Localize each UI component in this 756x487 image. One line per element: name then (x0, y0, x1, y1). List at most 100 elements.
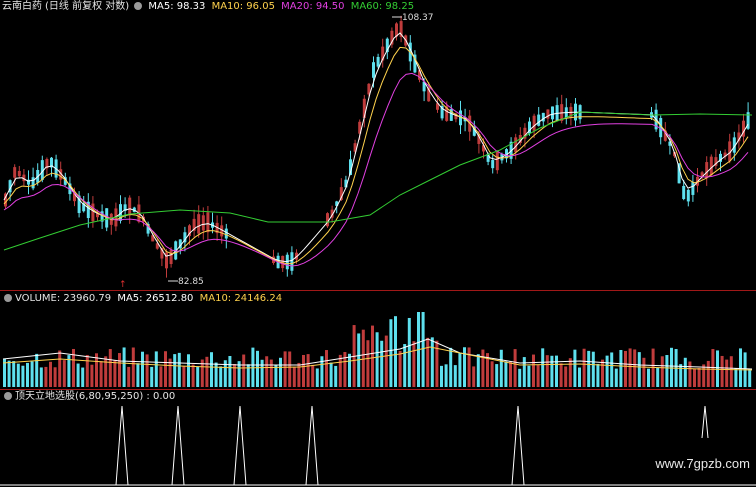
volume-bar (375, 332, 379, 387)
volume-bar (348, 353, 351, 387)
volume-bar (578, 367, 581, 387)
high-price-label: 108.37 (402, 13, 434, 23)
volume-bar (329, 362, 333, 387)
volume-bar (371, 325, 374, 387)
volume-bar (205, 356, 209, 387)
volume-bar (573, 349, 577, 387)
volume-bar (99, 361, 103, 387)
volume-ma10-label: MA10: 24146.24 (199, 293, 283, 304)
volume-bar (325, 350, 328, 387)
volume-bar (499, 349, 503, 387)
volume-bar (315, 368, 319, 387)
signal-spike (305, 405, 319, 486)
volume-bar (49, 361, 52, 387)
candle-body (169, 249, 173, 265)
volume-bar (509, 361, 512, 387)
volume-bar (145, 354, 149, 387)
volume-bar (564, 366, 568, 387)
volume-bar (288, 351, 292, 387)
volume-bar (210, 352, 213, 387)
volume-bar (656, 367, 660, 387)
volume-bar (720, 355, 724, 387)
volume-bar (467, 347, 471, 387)
candlestick-chart[interactable] (0, 0, 756, 290)
stock-name: 云南白药 (2, 1, 42, 12)
indicator-pane[interactable]: 顶天立地选股(6,80,95,250) : 0.00 www.7gpzb.com (0, 390, 756, 487)
volume-bar (527, 365, 531, 387)
volume-bar (476, 354, 480, 387)
volume-bar (380, 340, 384, 387)
volume-ma5-label: MA5: 26512.80 (117, 293, 194, 304)
candle-body (326, 213, 329, 227)
arrow-marker-icon: ↑ (119, 280, 127, 290)
volume-bar (398, 350, 402, 387)
candle-body (682, 185, 686, 200)
volume-bar (532, 354, 535, 387)
volume-settings-icon[interactable] (4, 294, 12, 302)
candle-body (128, 197, 132, 216)
volume-bar (141, 351, 144, 387)
volume-bar (361, 329, 365, 387)
indicator-header: 顶天立地选股(6,80,95,250) : 0.00 (2, 391, 178, 403)
volume-bar (706, 360, 710, 387)
volume-bar (596, 363, 600, 387)
volume-bar (113, 360, 117, 387)
volume-bar (311, 364, 315, 387)
volume-bar (228, 355, 232, 387)
volume-bar (628, 348, 632, 387)
volume-bar (44, 366, 48, 387)
ma60-label: MA60: 98.25 (350, 1, 415, 12)
volume-bar (136, 363, 140, 387)
price-pane[interactable]: 云南白药 (日线 前复权 对数) MA5: 98.33 MA10: 96.05 M… (0, 0, 756, 290)
volume-bar (269, 359, 273, 387)
candle-body (197, 214, 201, 234)
volume-bar (81, 367, 85, 387)
volume-bar (30, 361, 34, 387)
volume-bar (214, 362, 218, 387)
volume-bar (85, 354, 89, 387)
volume-bar (159, 366, 163, 387)
volume-bar (559, 363, 563, 387)
volume-bar (256, 350, 259, 387)
volume-bar (660, 356, 664, 387)
signal-spike (171, 405, 185, 486)
volume-bar (748, 368, 752, 387)
candle-body (686, 189, 690, 202)
indicator-settings-icon[interactable] (4, 392, 12, 400)
price-header: 云南白药 (日线 前复权 对数) MA5: 98.33 MA10: 96.05 M… (2, 1, 417, 13)
volume-bar (614, 368, 618, 387)
volume-bar (127, 366, 131, 387)
low-price-label: 82.85 (178, 277, 204, 287)
ma10-line (3, 46, 749, 265)
signal-spike (511, 405, 525, 486)
candle-body (224, 228, 228, 239)
candle-body (91, 203, 95, 222)
volume-bar (58, 350, 62, 387)
volume-bar (412, 341, 416, 387)
volume-label: VOLUME: 23960.79 (15, 293, 112, 304)
candle-body (709, 156, 713, 175)
volume-bar (384, 335, 388, 387)
indicator-chart[interactable] (0, 390, 756, 487)
volume-bar (403, 344, 407, 387)
volume-bar (334, 365, 338, 387)
candle-body (31, 177, 35, 189)
ma20-line (3, 72, 749, 267)
volume-bar (495, 364, 499, 387)
volume-bar (421, 312, 425, 387)
volume-bar (39, 367, 43, 387)
chart-mode: (日线 前复权 对数) (45, 1, 130, 12)
volume-chart[interactable] (0, 291, 756, 389)
volume-bar (196, 366, 200, 387)
volume-bar (90, 364, 94, 387)
candle-body (13, 167, 17, 178)
volume-bar (435, 340, 439, 387)
volume-bar (76, 363, 80, 387)
volume-bar (16, 363, 20, 387)
settings-dot-icon[interactable] (134, 2, 143, 10)
volume-bar (219, 366, 223, 387)
volume-pane[interactable]: VOLUME: 23960.79 MA5: 26512.80 MA10: 241… (0, 291, 756, 389)
volume-bar (688, 361, 692, 387)
volume-bar (472, 366, 476, 387)
candle-body (491, 160, 495, 169)
